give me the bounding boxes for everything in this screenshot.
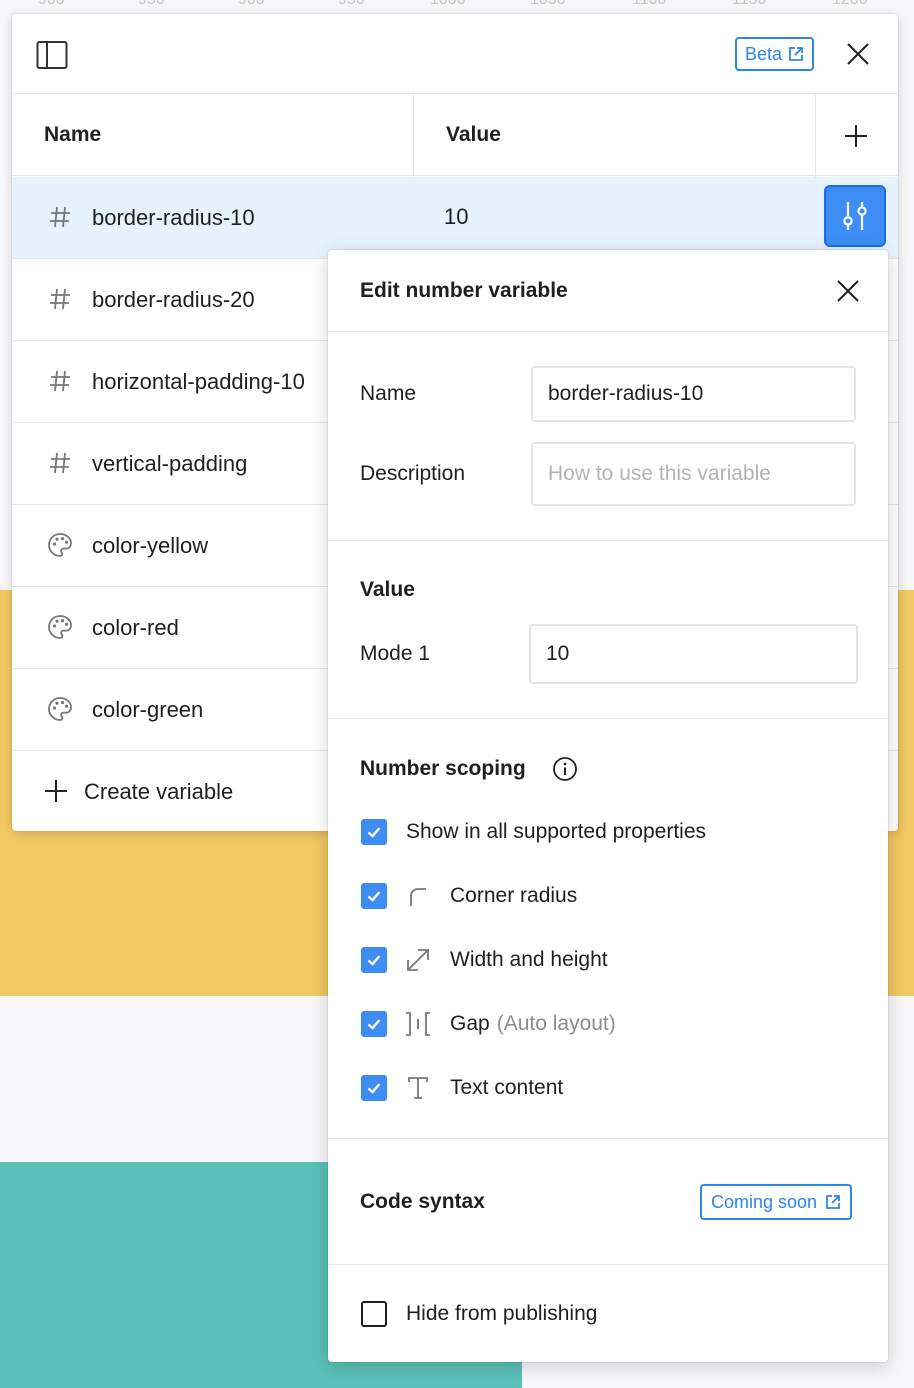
hash-icon xyxy=(46,203,74,231)
gap-checkbox[interactable] xyxy=(361,1011,387,1037)
description-input[interactable] xyxy=(531,442,856,506)
code-syntax-heading: Code syntax xyxy=(360,1190,485,1213)
name-input[interactable] xyxy=(531,366,856,422)
close-panel-icon[interactable] xyxy=(844,40,872,68)
scope-label-text: Corner radius xyxy=(450,884,578,907)
beta-label: Beta xyxy=(745,43,783,64)
hide-from-publishing-label: Hide from publishing xyxy=(406,1298,597,1330)
add-mode-icon[interactable] xyxy=(842,122,870,150)
palette-icon xyxy=(46,695,74,723)
scope-option-label: Gap (Auto layout) xyxy=(450,1008,616,1040)
canvas-ruler: 900 950 900 950 1000 1050 1100 1150 1200 xyxy=(0,0,914,14)
external-link-icon xyxy=(826,1195,840,1209)
sliders-icon xyxy=(843,202,867,230)
close-popover-icon[interactable] xyxy=(834,277,862,305)
text-icon xyxy=(404,1074,432,1102)
scope-option-label: Corner radius xyxy=(450,880,577,912)
scope-option-label: Text content xyxy=(450,1072,563,1104)
description-label: Description xyxy=(360,462,466,485)
ruler-tick: 950 xyxy=(138,0,165,9)
ruler-tick: 900 xyxy=(238,0,265,9)
palette-icon xyxy=(46,531,74,559)
table-row[interactable]: border-radius-10 10 xyxy=(12,177,898,259)
divider xyxy=(328,718,888,719)
show-all-properties-checkbox[interactable] xyxy=(361,819,387,845)
hash-icon xyxy=(46,449,74,477)
value-heading: Value xyxy=(360,578,415,601)
external-link-icon xyxy=(789,47,803,61)
column-header-name[interactable]: Name xyxy=(44,94,101,176)
scope-label-text: Gap xyxy=(450,1012,490,1035)
checkmark-icon xyxy=(367,1083,381,1094)
coming-soon-badge[interactable]: Coming soon xyxy=(700,1184,853,1220)
ruler-tick: 900 xyxy=(38,0,65,9)
width-height-checkbox[interactable] xyxy=(361,947,387,973)
edit-variable-popover: Edit number variable Name Description Va… xyxy=(328,250,888,1362)
popover-title: Edit number variable xyxy=(360,279,568,302)
text-content-checkbox[interactable] xyxy=(361,1075,387,1101)
variable-name[interactable]: border-radius-10 xyxy=(92,177,255,259)
variable-name[interactable]: color-red xyxy=(92,587,179,669)
scope-label-text: Width and height xyxy=(450,948,608,971)
ruler-tick: 1200 xyxy=(832,0,868,9)
ruler-tick: 1050 xyxy=(530,0,566,9)
checkmark-icon xyxy=(367,1019,381,1030)
variable-name[interactable]: border-radius-20 xyxy=(92,259,255,341)
sidebar-toggle-icon[interactable] xyxy=(36,40,68,70)
scope-sub-label: (Auto layout) xyxy=(496,1012,616,1035)
ruler-tick: 1100 xyxy=(632,0,666,9)
variable-name[interactable]: horizontal-padding-10 xyxy=(92,341,305,423)
mode-label: Mode 1 xyxy=(360,642,431,665)
ruler-tick: 950 xyxy=(338,0,365,9)
resize-arrow-icon xyxy=(404,946,432,974)
edit-variable-button[interactable] xyxy=(824,185,886,247)
beta-badge[interactable]: Beta xyxy=(735,37,815,71)
divider xyxy=(328,1138,888,1139)
variable-name[interactable]: color-yellow xyxy=(92,505,208,587)
plus-icon xyxy=(42,777,70,805)
name-label: Name xyxy=(360,382,417,405)
scope-option-label: Width and height xyxy=(450,944,608,976)
corner-radius-checkbox[interactable] xyxy=(361,883,387,909)
info-icon[interactable] xyxy=(552,756,578,782)
scope-label-text: Show in all supported properties xyxy=(406,820,707,843)
variable-name[interactable]: color-green xyxy=(92,669,203,751)
coming-soon-label: Coming soon xyxy=(711,1191,818,1212)
divider xyxy=(328,540,888,541)
scope-option-label: Show in all supported properties xyxy=(406,816,706,848)
hide-label-text: Hide from publishing xyxy=(406,1302,598,1325)
scoping-heading: Number scoping xyxy=(360,757,526,780)
checkmark-icon xyxy=(367,827,381,838)
checkmark-icon xyxy=(367,955,381,966)
gap-icon xyxy=(404,1010,432,1038)
create-variable-label: Create variable xyxy=(84,778,234,804)
variable-name[interactable]: vertical-padding xyxy=(92,423,247,505)
divider xyxy=(328,1264,888,1265)
scope-label-text: Text content xyxy=(450,1076,564,1099)
popover-header: Edit number variable xyxy=(328,250,888,332)
palette-icon xyxy=(46,613,74,641)
ruler-tick: 1150 xyxy=(732,0,766,9)
panel-toolbar: Beta xyxy=(12,14,898,94)
checkmark-icon xyxy=(367,891,381,902)
ruler-tick: 1000 xyxy=(430,0,466,9)
hide-from-publishing-checkbox[interactable] xyxy=(361,1301,387,1327)
corner-radius-icon xyxy=(404,882,432,910)
create-variable-button[interactable]: Create variable xyxy=(12,752,342,831)
mode-value-input[interactable] xyxy=(529,624,858,684)
variable-value[interactable]: 10 xyxy=(444,177,468,257)
table-header: Name Value xyxy=(12,94,898,176)
hash-icon xyxy=(46,285,74,313)
hash-icon xyxy=(46,367,74,395)
column-header-value[interactable]: Value xyxy=(446,94,501,176)
